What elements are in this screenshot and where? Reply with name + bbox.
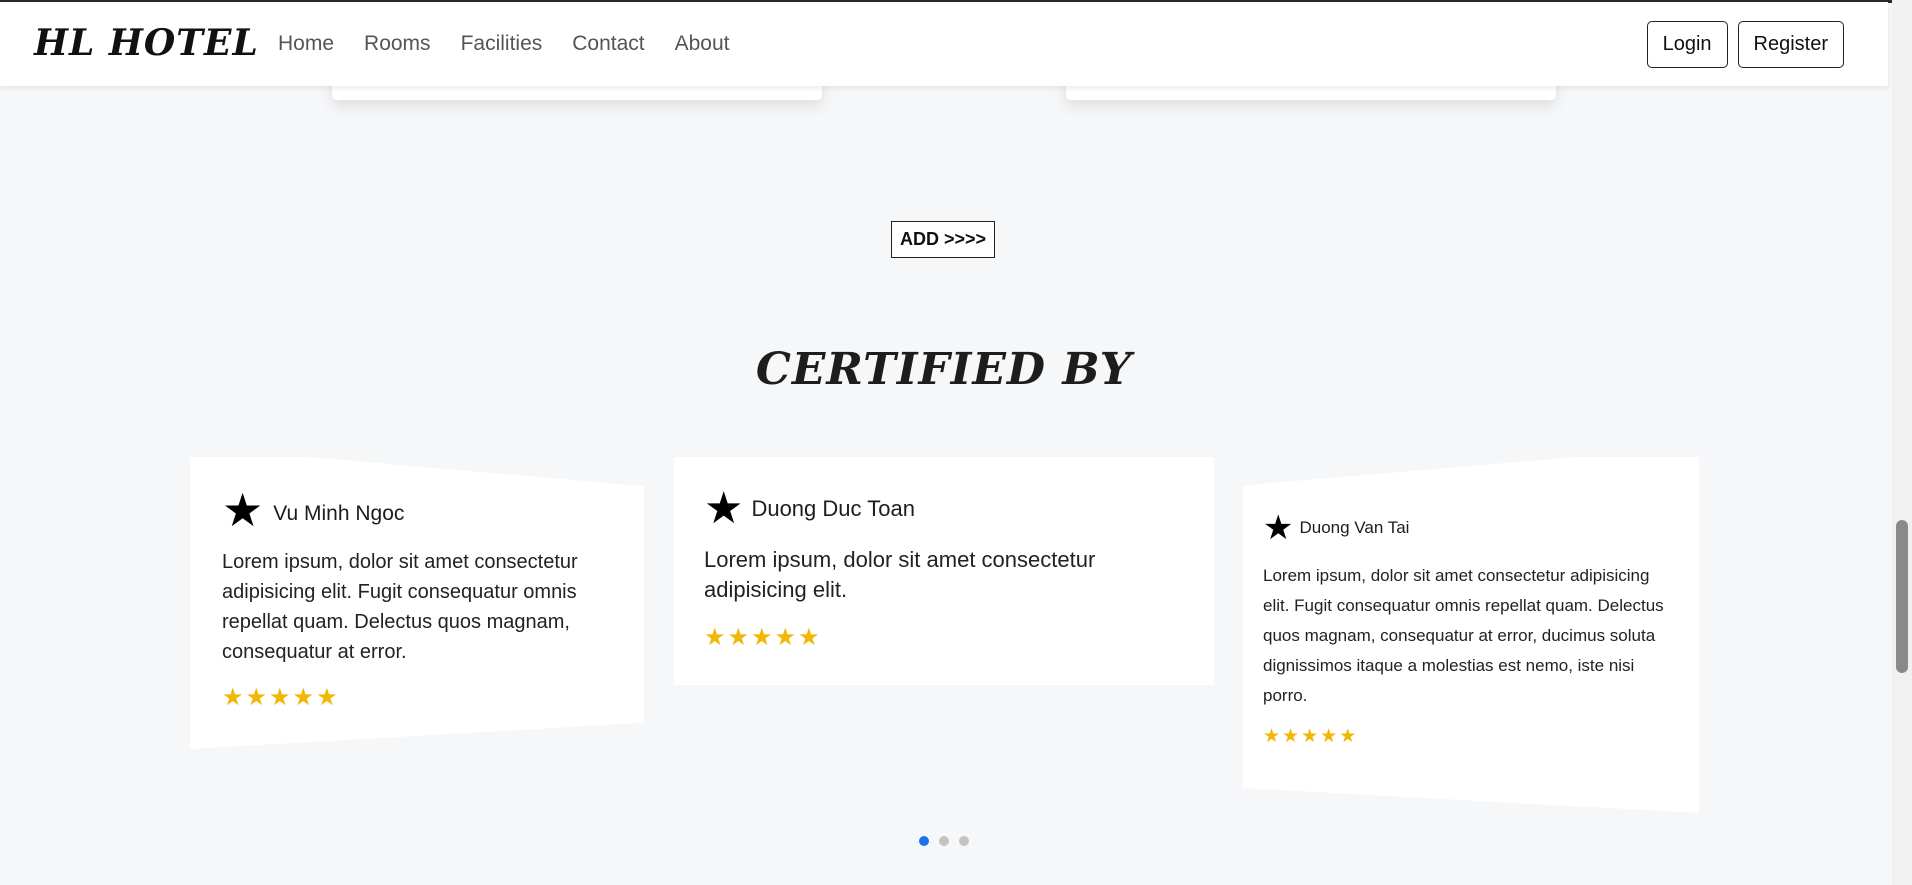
login-button[interactable]: Login	[1646, 21, 1728, 68]
star-icon: ★	[222, 483, 264, 537]
nav-links: Home Rooms Facilities Contact About	[278, 32, 760, 56]
carousel-dot[interactable]	[959, 836, 969, 846]
testimonial-card: ★ Vu Minh Ngoc Lorem ipsum, dolor sit am…	[190, 457, 644, 749]
rating-star-icon: ★	[774, 623, 797, 651]
rating-star-icon: ★	[245, 683, 268, 711]
scrollbar-thumb[interactable]	[1896, 520, 1908, 673]
rating-star-icon: ★	[269, 683, 291, 711]
auth-buttons: Login Register	[1646, 21, 1844, 68]
rating-star-icon: ★	[1320, 725, 1338, 747]
testimonial-card: ★ Duong Van Tai Lorem ipsum, dolor sit a…	[1243, 457, 1699, 813]
section-title: CERTIFIED BY	[755, 344, 1133, 395]
testimonial-header: ★ Duong Van Tai	[1263, 511, 1679, 545]
rating-stars: ★ ★ ★ ★ ★	[222, 683, 614, 711]
rating-star-icon: ★	[727, 623, 750, 651]
page: HL HOTEL Home Rooms Facilities Contact A…	[0, 0, 1912, 885]
nav-link-home[interactable]: Home	[278, 32, 334, 56]
nav-link-about[interactable]: About	[675, 32, 730, 56]
rating-star-icon: ★	[292, 683, 315, 711]
testimonial-header: ★ Duong Duc Toan	[704, 487, 1184, 531]
navbar: HL HOTEL Home Rooms Facilities Contact A…	[0, 2, 1888, 86]
rating-star-icon: ★	[316, 683, 338, 711]
nav-link-rooms[interactable]: Rooms	[364, 32, 431, 56]
testimonial-card: ★ Duong Duc Toan Lorem ipsum, dolor sit …	[674, 457, 1214, 685]
rating-star-icon: ★	[751, 623, 773, 651]
scrollbar-track[interactable]	[1892, 0, 1912, 885]
rating-star-icon: ★	[222, 683, 244, 711]
testimonial-text: Lorem ipsum, dolor sit amet consectetur …	[704, 547, 1096, 602]
register-button[interactable]: Register	[1737, 21, 1844, 68]
add-button[interactable]: ADD >>>>	[891, 221, 995, 258]
nav-link-facilities[interactable]: Facilities	[461, 32, 543, 56]
star-icon: ★	[1263, 508, 1294, 548]
testimonial-name: Duong Duc Toan	[751, 496, 915, 521]
rating-star-icon: ★	[1301, 725, 1319, 747]
testimonial-name: Vu Minh Ngoc	[273, 502, 405, 525]
rating-star-icon: ★	[704, 623, 726, 651]
carousel-dot[interactable]	[939, 836, 949, 846]
rating-star-icon: ★	[798, 623, 820, 651]
carousel-pagination	[919, 836, 969, 846]
rating-stars: ★ ★ ★ ★ ★	[704, 623, 1184, 651]
testimonial-header: ★ Vu Minh Ngoc	[222, 487, 614, 533]
rating-star-icon: ★	[1282, 725, 1300, 747]
testimonial-text: Lorem ipsum, dolor sit amet consectetur …	[1263, 566, 1664, 705]
carousel-dot[interactable]	[919, 836, 929, 846]
star-icon: ★	[704, 483, 744, 534]
rating-star-icon: ★	[1263, 725, 1281, 747]
testimonial-name: Duong Van Tai	[1299, 518, 1410, 537]
rating-stars: ★ ★ ★ ★ ★	[1263, 725, 1679, 747]
rating-star-icon: ★	[1339, 725, 1357, 747]
testimonial-text: Lorem ipsum, dolor sit amet consectetur …	[222, 551, 578, 663]
brand-logo[interactable]: HL HOTEL	[34, 22, 259, 64]
nav-link-contact[interactable]: Contact	[572, 32, 644, 56]
